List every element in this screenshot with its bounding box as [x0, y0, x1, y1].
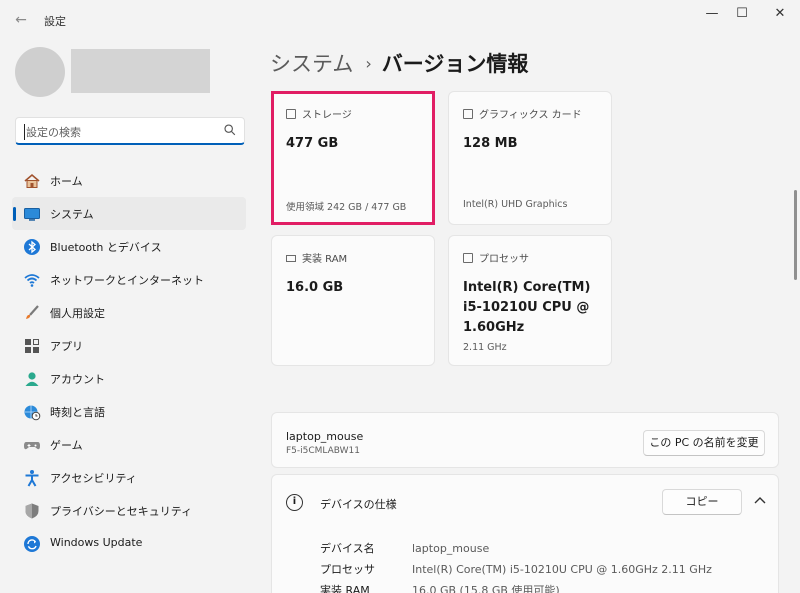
search-input[interactable]: 設定の検索 — [15, 117, 245, 145]
info-icon: i — [286, 494, 303, 511]
sidebar-item-home[interactable]: ホーム — [12, 164, 246, 197]
processor-card-header: プロセッサ — [463, 250, 529, 265]
accessibility-icon — [25, 470, 39, 487]
spec-key: デバイス名 — [320, 542, 375, 555]
storage-card-header: ストレージ — [286, 106, 352, 121]
spec-key: 実装 RAM — [320, 584, 370, 593]
sidebar-item-privacy[interactable]: プライバシーとセキュリティ — [12, 494, 246, 527]
sidebar-item-label: ゲーム — [50, 439, 83, 452]
gamepad-icon — [24, 442, 40, 450]
processor-icon — [463, 253, 473, 263]
device-name: laptop_mouse — [286, 430, 364, 443]
specs-title: デバイスの仕様 — [320, 498, 397, 511]
system-display-icon — [24, 208, 40, 221]
back-arrow-icon[interactable]: ← — [10, 10, 32, 30]
sidebar-item-label: アクセシビリティ — [50, 472, 137, 485]
sidebar-item-windows-update[interactable]: Windows Update — [12, 527, 246, 560]
spec-value: laptop_mouse — [412, 542, 490, 555]
user-info-redacted — [71, 49, 210, 93]
ram-card-header: 実装 RAM — [286, 250, 347, 265]
device-name-panel: laptop_mouse F5-i5CMLABW11 この PC の名前を変更 — [271, 412, 779, 468]
ram-icon — [286, 255, 296, 262]
maximize-icon[interactable]: ☐ — [724, 0, 760, 32]
sidebar-item-gaming[interactable]: ゲーム — [12, 428, 246, 461]
app-title: 設定 — [44, 15, 66, 28]
close-icon[interactable]: ✕ — [762, 0, 798, 32]
sidebar-item-label: Windows Update — [50, 536, 143, 549]
storage-usage: 使用領域 242 GB / 477 GB — [286, 202, 407, 213]
spec-row-ram: 実装 RAM 16.0 GB (15.8 GB 使用可能) — [320, 582, 560, 593]
sidebar-item-accessibility[interactable]: アクセシビリティ — [12, 461, 246, 494]
ram-card: 実装 RAM 16.0 GB — [271, 235, 435, 366]
chevron-up-icon[interactable] — [751, 492, 769, 510]
spec-value: Intel(R) Core(TM) i5-10210U CPU @ 1.60GH… — [412, 563, 712, 576]
sidebar-item-label: 時刻と言語 — [50, 406, 105, 419]
breadcrumb-parent[interactable]: システム — [270, 52, 353, 76]
sidebar-item-label: プライバシーとセキュリティ — [50, 505, 193, 518]
graphics-card[interactable]: グラフィックス カード 128 MB Intel(R) UHD Graphics — [448, 91, 612, 225]
bluetooth-icon — [24, 239, 40, 255]
search-icon[interactable] — [223, 123, 237, 137]
sidebar-item-accounts[interactable]: アカウント — [12, 362, 246, 395]
processor-name-line: Intel(R) Core(TM) — [463, 280, 591, 295]
processor-card: プロセッサ Intel(R) Core(TM) i5-10210U CPU @ … — [448, 235, 612, 366]
processor-name-line: i5-10210U CPU @ — [463, 300, 590, 315]
sidebar-item-bluetooth[interactable]: Bluetooth とデバイス — [12, 230, 246, 263]
globe-clock-icon — [24, 405, 41, 421]
wifi-icon — [24, 274, 40, 287]
storage-card[interactable]: ストレージ 477 GB 使用領域 242 GB / 477 GB — [271, 91, 435, 225]
sidebar-item-label: アプリ — [50, 340, 83, 353]
device-specs-panel: i デバイスの仕様 コピー デバイス名 laptop_mouse プロセッサ Int… — [271, 474, 779, 593]
card-title: プロセッサ — [479, 254, 529, 265]
avatar[interactable] — [15, 47, 65, 97]
account-icon — [25, 372, 39, 386]
sidebar-item-time-language[interactable]: 時刻と言語 — [12, 395, 246, 428]
card-title: ストレージ — [302, 110, 352, 121]
card-title: 実装 RAM — [302, 254, 348, 265]
rename-pc-button[interactable]: この PC の名前を変更 — [643, 430, 765, 456]
page-title: バージョン情報 — [381, 52, 529, 76]
sidebar-nav: ホーム システム Bluetooth とデバイス ネットワークとインターネット … — [12, 164, 246, 560]
brush-icon — [26, 305, 39, 319]
scrollbar[interactable] — [794, 190, 797, 280]
spec-key: プロセッサ — [320, 563, 375, 576]
sidebar-item-label: ホーム — [50, 175, 83, 188]
sidebar-item-apps[interactable]: アプリ — [12, 329, 246, 362]
graphics-card-header: グラフィックス カード — [463, 106, 582, 121]
graphics-card-icon — [463, 109, 473, 119]
gpu-name: Intel(R) UHD Graphics — [463, 199, 568, 210]
sidebar-item-label: Bluetooth とデバイス — [50, 241, 162, 254]
device-model: F5-i5CMLABW11 — [286, 446, 361, 456]
search-placeholder: 設定の検索 — [24, 124, 81, 140]
copy-button[interactable]: コピー — [662, 489, 742, 515]
storage-total: 477 GB — [286, 136, 339, 151]
sidebar-item-personalization[interactable]: 個人用設定 — [12, 296, 246, 329]
windows-update-icon — [24, 536, 40, 552]
shield-icon — [25, 503, 39, 519]
title-bar: ← 設定 — ☐ ✕ — [0, 0, 800, 40]
home-icon — [24, 173, 40, 188]
sidebar-item-label: 個人用設定 — [50, 307, 105, 320]
breadcrumb-separator: › — [365, 54, 372, 73]
gpu-memory: 128 MB — [463, 136, 518, 151]
spec-row-device-name: デバイス名 laptop_mouse — [320, 540, 489, 556]
sidebar-item-label: システム — [50, 208, 94, 221]
processor-speed: 2.11 GHz — [463, 342, 507, 353]
processor-name-line: 1.60GHz — [463, 320, 525, 335]
card-title: グラフィックス カード — [479, 110, 582, 121]
sidebar-item-label: ネットワークとインターネット — [50, 274, 204, 287]
breadcrumb: システム › バージョン情報 — [270, 48, 528, 78]
storage-icon — [286, 109, 296, 119]
sidebar-item-label: アカウント — [50, 373, 105, 386]
spec-value: 16.0 GB (15.8 GB 使用可能) — [412, 584, 560, 593]
sidebar-item-network[interactable]: ネットワークとインターネット — [12, 263, 246, 296]
spec-row-processor: プロセッサ Intel(R) Core(TM) i5-10210U CPU @ 1… — [320, 561, 712, 577]
processor-name: Intel(R) Core(TM) i5-10210U CPU @ 1.60GH… — [463, 278, 590, 338]
ram-amount: 16.0 GB — [286, 280, 344, 295]
apps-icon — [25, 339, 39, 353]
sidebar-item-system[interactable]: システム — [12, 197, 246, 230]
